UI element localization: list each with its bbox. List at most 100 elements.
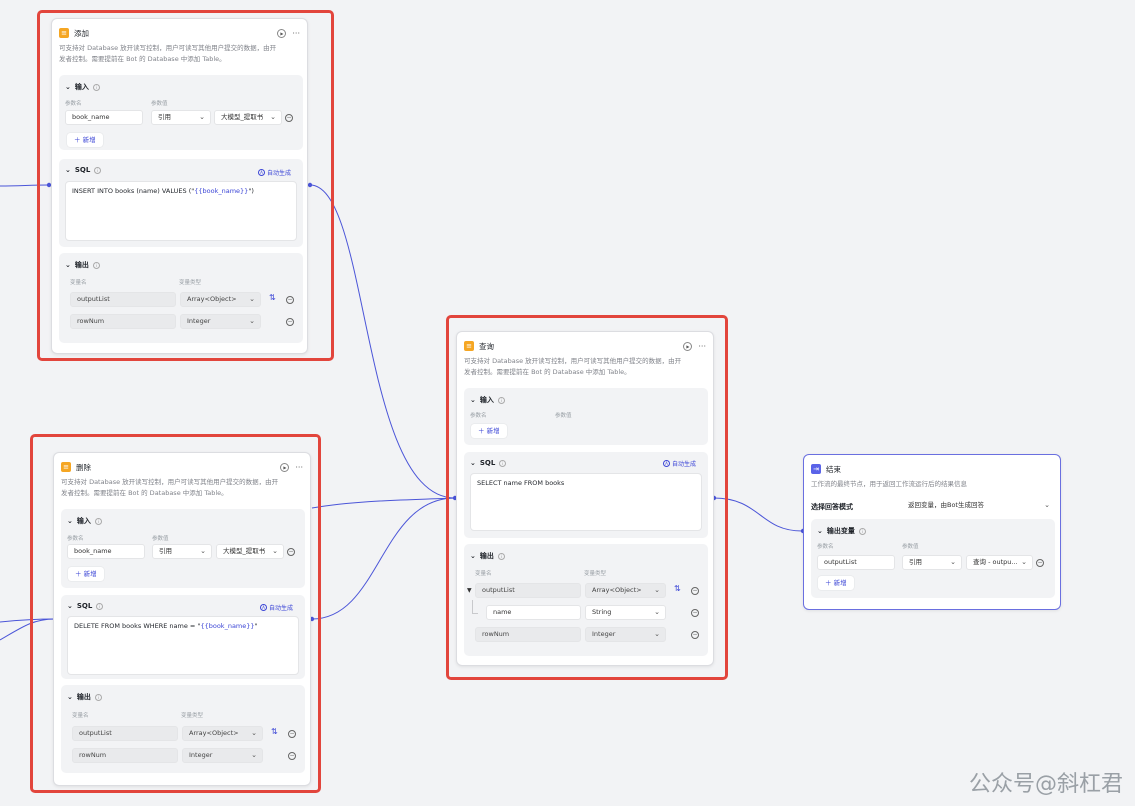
add-param-button[interactable]: ＋ 新增	[68, 567, 104, 581]
node-title: 删除	[76, 462, 91, 472]
param-name-input[interactable]: book_name	[65, 110, 143, 125]
ai-icon: A	[257, 169, 265, 176]
remove-icon[interactable]: −	[288, 752, 296, 760]
remove-icon[interactable]: −	[691, 631, 699, 639]
chevron-down-icon[interactable]: ⌄	[817, 527, 823, 535]
chevron-down-icon[interactable]: ⌄	[470, 396, 476, 404]
section-title: SQL	[74, 166, 91, 174]
add-param-button[interactable]: ＋ 新增	[471, 424, 507, 438]
remove-icon[interactable]: −	[288, 730, 296, 738]
run-icon[interactable]: ▶	[683, 341, 693, 351]
sql-editor[interactable]: SELECT name FROM books	[470, 473, 702, 531]
chevron-down-icon[interactable]: ⌄	[470, 552, 476, 560]
label: 变量名	[72, 713, 89, 719]
auto-generate-button[interactable]: A 自动生成	[662, 459, 696, 468]
info-icon: i	[858, 527, 866, 535]
value-select[interactable]: 大模型_提取书 ⌄	[214, 110, 282, 125]
node-title: 添加	[74, 28, 89, 38]
exit-icon: ⇥	[811, 464, 821, 474]
ai-icon: A	[662, 460, 670, 467]
more-icon[interactable]: ···	[295, 463, 303, 472]
more-icon[interactable]: ···	[292, 29, 300, 38]
run-icon[interactable]: ▶	[277, 28, 287, 38]
info-icon: i	[94, 166, 102, 174]
info-icon: i	[92, 261, 100, 269]
remove-icon[interactable]: −	[287, 548, 295, 556]
remove-icon[interactable]: −	[691, 587, 699, 595]
section-title: 输入	[479, 396, 494, 404]
output-section: ⌄ 输出 i 变量名 变量类型 ▼ outputList Array<Object>…	[464, 544, 708, 656]
node-header: ≡ 删除 ▶ ···	[61, 460, 303, 474]
answer-mode-select[interactable]: 返回变量，由Bot生成回答 ⌄	[902, 499, 1055, 514]
ref-select[interactable]: 引用 ⌄	[151, 110, 211, 125]
ref-select[interactable]: 引用 ⌄	[152, 544, 212, 559]
output-name-field: outputList	[475, 583, 581, 598]
answer-mode-label: 选择回答模式	[811, 503, 853, 511]
workflow-canvas[interactable]: ≡ 添加 ▶ ··· 可支持对 Database 放开读写控制，用户可读写其他用户…	[0, 0, 1135, 806]
expand-triangle-icon[interactable]: ▼	[467, 587, 472, 594]
ref-select[interactable]: 引用 ⌄	[902, 555, 962, 570]
sql-editor[interactable]: INSERT INTO books (name) VALUES ("{{book…	[65, 181, 297, 241]
label: 变量类型	[584, 571, 607, 577]
chevron-down-icon[interactable]: ⌄	[65, 83, 71, 91]
run-icon[interactable]: ▶	[280, 462, 290, 472]
chevron-down-icon[interactable]: ⌄	[67, 693, 73, 701]
remove-icon[interactable]: −	[1036, 559, 1044, 567]
variable-branch-icon[interactable]: ⇅	[674, 584, 681, 593]
auto-generate-button[interactable]: A 自动生成	[257, 168, 291, 177]
sql-section: ⌄ SQL i A 自动生成 SELECT name FROM books	[464, 452, 708, 538]
value-select[interactable]: 查询 - outpu... ⌄	[966, 555, 1033, 570]
chevron-down-icon[interactable]: ⌄	[67, 602, 73, 610]
remove-icon[interactable]: −	[286, 296, 294, 304]
database-icon: ≡	[61, 462, 71, 472]
remove-icon[interactable]: −	[286, 318, 294, 326]
node-delete[interactable]: ≡ 删除 ▶ ··· 可支持对 Database 放开读写控制，用户可读写其他用户…	[53, 452, 311, 786]
remove-icon[interactable]: −	[285, 114, 293, 122]
node-title: 查询	[479, 341, 494, 351]
chevron-down-icon[interactable]: ⌄	[67, 517, 73, 525]
child-name-input[interactable]: name	[486, 605, 581, 620]
section-title: 输出变量	[826, 527, 855, 535]
variable-branch-icon[interactable]: ⇅	[271, 727, 278, 736]
param-name-input[interactable]: outputList	[817, 555, 895, 570]
chevron-down-icon[interactable]: ⌄	[65, 166, 71, 174]
chevron-down-icon[interactable]: ⌄	[470, 459, 476, 467]
node-description: 工作流的最终节点，用于返回工作流运行后的结果信息	[811, 480, 967, 488]
info-icon: i	[96, 602, 104, 610]
sql-editor[interactable]: DELETE FROM books WHERE name = "{{book_n…	[67, 616, 299, 675]
node-end[interactable]: ⇥ 结束 工作流的最终节点，用于返回工作流运行后的结果信息 选择回答模式 返回变…	[803, 454, 1061, 610]
section-title: SQL	[479, 459, 496, 467]
info-icon: i	[92, 83, 100, 91]
sql-section: ⌄ SQL i A 自动生成 INSERT INTO books (name) VAL…	[59, 159, 303, 247]
add-param-button[interactable]: ＋ 新增	[67, 133, 103, 147]
sql-section: ⌄ SQL i A 自动生成 DELETE FROM books WHERE name…	[61, 595, 305, 679]
edge-delete-query	[311, 497, 456, 509]
output-name-field: rowNum	[70, 314, 176, 329]
param-name-input[interactable]: book_name	[67, 544, 145, 559]
label: 变量类型	[181, 713, 204, 719]
output-type-field: Array<Object> ⌄	[182, 726, 263, 741]
output-section: ⌄ 输出 i 变量名 变量类型 outputList Array<Object> ⌄ …	[61, 685, 305, 773]
section-title: 输入	[76, 517, 91, 525]
section-title: 输出	[479, 552, 494, 560]
remove-icon[interactable]: −	[691, 609, 699, 617]
input-section: ⌄ 输入 i 参数名 参数值 book_name 引用 ⌄ 大模型_提取书 ⌄ − ＋ …	[61, 509, 305, 588]
label: 参数名	[67, 536, 84, 542]
label: 参数名	[65, 101, 82, 107]
label: 参数值	[151, 101, 168, 107]
variable-branch-icon[interactable]: ⇅	[269, 293, 276, 302]
node-add[interactable]: ≡ 添加 ▶ ··· 可支持对 Database 放开读写控制，用户可读写其他用户…	[51, 18, 308, 354]
label: 参数值	[555, 413, 572, 419]
node-query[interactable]: ≡ 查询 ▶ ··· 可支持对 Database 放开读写控制，用户可读写其他用户…	[456, 331, 714, 666]
output-type-field: Integer ⌄	[585, 627, 666, 642]
label: 参数名	[470, 413, 487, 419]
child-type-select[interactable]: String ⌄	[585, 605, 666, 620]
more-icon[interactable]: ···	[698, 342, 706, 351]
auto-generate-button[interactable]: A 自动生成	[259, 603, 293, 612]
add-param-button[interactable]: ＋ 新增	[818, 576, 854, 590]
output-type-field: Integer ⌄	[182, 748, 263, 763]
output-name-field: outputList	[70, 292, 176, 307]
value-select[interactable]: 大模型_提取书 ⌄	[216, 544, 284, 559]
chevron-down-icon[interactable]: ⌄	[65, 261, 71, 269]
label: 变量名	[70, 280, 87, 286]
